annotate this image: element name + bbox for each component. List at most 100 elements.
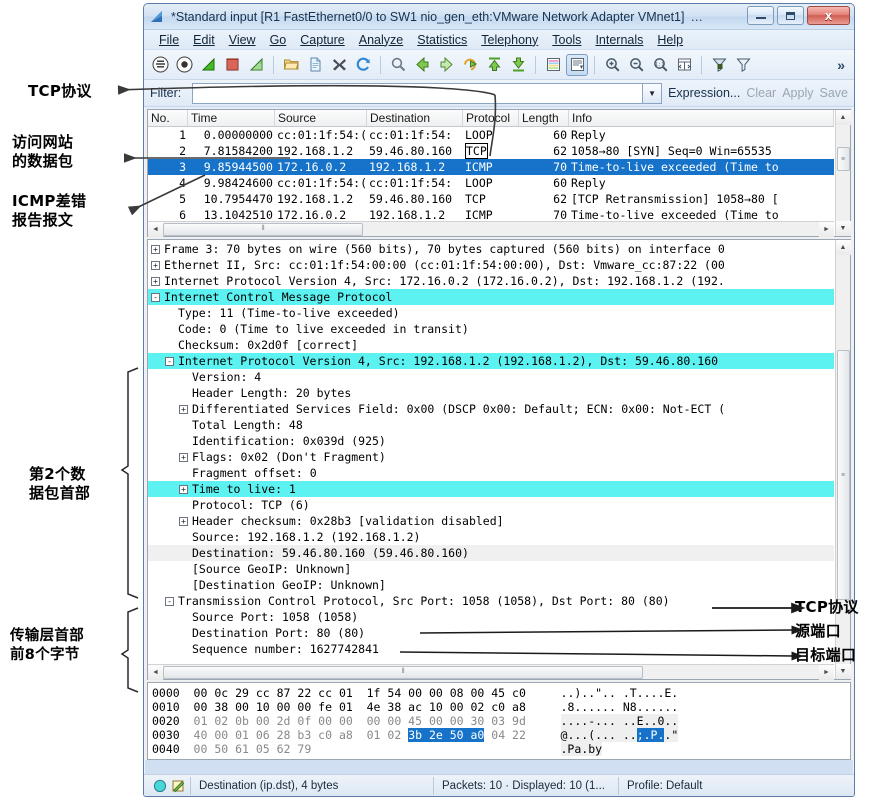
detail-tree-row[interactable]: [Destination GeoIP: Unknown] <box>148 577 834 593</box>
clear-button[interactable]: Clear <box>746 86 776 100</box>
start-capture-icon[interactable] <box>197 54 219 76</box>
scroll-left-icon[interactable]: ◄ <box>148 221 163 237</box>
chevron-down-icon[interactable]: ▼ <box>642 83 662 103</box>
scroll-up-icon[interactable]: ▲ <box>835 240 851 255</box>
table-row[interactable]: 2 7.81584200 192.168.1.2 59.46.80.160 TCP 62 1… <box>148 143 834 159</box>
scroll-down-icon[interactable]: ▼ <box>835 664 851 679</box>
scroll-right-icon[interactable]: ► <box>819 664 834 680</box>
detail-tree-row[interactable]: Identification: 0x039d (925) <box>148 433 834 449</box>
expand-twisty-icon[interactable]: + <box>179 452 188 462</box>
auto-scroll-icon[interactable] <box>566 53 588 76</box>
packet-list-vscrollbar[interactable]: ▲ ≡ ▼ <box>835 110 851 236</box>
display-filters-icon[interactable] <box>732 54 754 76</box>
scroll-thumb[interactable]: ≡ <box>836 350 850 600</box>
detail-tree-row[interactable]: Header Length: 20 bytes <box>148 385 834 401</box>
table-row[interactable]: 3 9.85944500 172.16.0.2 192.168.1.2 ICMP 70 Ti… <box>148 159 834 175</box>
collapse-twisty-icon[interactable]: - <box>165 596 174 606</box>
find-packet-icon[interactable] <box>387 54 409 76</box>
hex-dump-row[interactable]: 0000 00 0c 29 cc 87 22 cc 01 1f 54 00 00… <box>152 686 850 700</box>
menu-file[interactable]: File <box>152 32 186 48</box>
detail-tree-row[interactable]: + Flags: 0x02 (Don't Fragment) <box>148 449 834 465</box>
hex-dump-row[interactable]: 0020 01 02 0b 00 2d 0f 00 00 00 00 45 00… <box>152 714 850 728</box>
packet-details-hscrollbar[interactable]: ◄ ⦀ ► <box>148 664 834 680</box>
column-header-source[interactable]: Source <box>275 110 367 126</box>
expression-button[interactable]: Expression... <box>668 86 740 100</box>
detail-tree-row[interactable]: Protocol: TCP (6) <box>148 497 834 513</box>
detail-tree-row[interactable]: [Source GeoIP: Unknown] <box>148 561 834 577</box>
menu-tools[interactable]: Tools <box>545 32 588 48</box>
toolbar-overflow-button[interactable]: » <box>837 57 849 73</box>
menu-go[interactable]: Go <box>263 32 294 48</box>
detail-tree-row[interactable]: + Time to live: 1 <box>148 481 834 497</box>
detail-tree-row[interactable]: Version: 4 <box>148 369 834 385</box>
close-button[interactable]: x <box>807 6 850 25</box>
menu-analyze[interactable]: Analyze <box>352 32 410 48</box>
detail-tree-row[interactable]: + Header checksum: 0x28b3 [validation dis… <box>148 513 834 529</box>
capture-options-icon[interactable] <box>173 54 195 76</box>
capture-comment-icon[interactable] <box>171 779 185 793</box>
detail-tree-row[interactable]: Destination Port: 80 (80) <box>148 625 834 641</box>
stop-capture-icon[interactable] <box>221 54 243 76</box>
hex-dump-row[interactable]: 0030 40 00 01 06 28 b3 c0 a8 01 02 3b 2e… <box>152 728 850 742</box>
restart-capture-icon[interactable] <box>245 54 267 76</box>
scroll-right-icon[interactable]: ► <box>819 221 834 237</box>
maximize-button[interactable] <box>777 6 804 25</box>
detail-tree-row[interactable]: - Internet Control Message Protocol <box>148 289 834 305</box>
detail-tree-row[interactable]: Checksum: 0x2d0f [correct] <box>148 337 834 353</box>
detail-tree-row[interactable]: Type: 11 (Time-to-live exceeded) <box>148 305 834 321</box>
packet-list-pane[interactable]: No. Time Source Destination Protocol Len… <box>147 109 851 237</box>
expand-twisty-icon[interactable]: + <box>151 260 160 270</box>
column-header-length[interactable]: Length <box>519 110 569 126</box>
table-row[interactable]: 5 10.7954470 192.168.1.2 59.46.80.160 TCP 62 [… <box>148 191 834 207</box>
table-row[interactable]: 1 0.00000000 cc:01:1f:54:(cc:01:1f:54: LOOP… <box>148 127 834 143</box>
column-header-destination[interactable]: Destination <box>367 110 463 126</box>
column-header-time[interactable]: Time <box>188 110 275 126</box>
save-button[interactable]: Save <box>820 86 849 100</box>
detail-tree-row[interactable]: + Differentiated Services Field: 0x00 (DS… <box>148 401 834 417</box>
detail-tree-row[interactable]: Source: 192.168.1.2 (192.168.1.2) <box>148 529 834 545</box>
capture-filters-icon[interactable] <box>708 54 730 76</box>
menu-telephony[interactable]: Telephony <box>474 32 545 48</box>
colorize-icon[interactable] <box>542 54 564 76</box>
hex-dump-row[interactable]: 0010 00 38 00 10 00 00 fe 01 4e 38 ac 10… <box>152 700 850 714</box>
table-row[interactable]: 6 13.1042510 172.16.0.2 192.168.1.2 ICMP 70 Ti… <box>148 207 834 220</box>
detail-tree-row[interactable]: Destination: 59.46.80.160 (59.46.80.160) <box>148 545 834 561</box>
detail-tree-row[interactable]: Code: 0 (Time to live exceeded in transi… <box>148 321 834 337</box>
scroll-up-icon[interactable]: ▲ <box>835 110 851 125</box>
zoom-in-icon[interactable] <box>601 54 623 76</box>
zoom-out-icon[interactable] <box>625 54 647 76</box>
reload-icon[interactable] <box>352 54 374 76</box>
apply-button[interactable]: Apply <box>782 86 813 100</box>
detail-tree-row[interactable]: + Ethernet II, Src: cc:01:1f:54:00:00 (cc… <box>148 257 834 273</box>
hscroll-thumb[interactable]: ⦀ <box>163 222 363 236</box>
detail-tree-row[interactable]: - Transmission Control Protocol, Src Port… <box>148 593 834 609</box>
packet-details-pane[interactable]: + Frame 3: 70 bytes on wire (560 bits), 7… <box>147 239 851 680</box>
zoom-reset-icon[interactable]: 1:1 <box>649 54 671 76</box>
filter-input[interactable] <box>193 83 643 103</box>
interfaces-icon[interactable] <box>149 54 171 76</box>
go-back-icon[interactable] <box>411 54 433 76</box>
open-file-icon[interactable] <box>280 54 302 76</box>
scroll-down-icon[interactable]: ▼ <box>835 221 851 236</box>
save-file-icon[interactable] <box>304 54 326 76</box>
detail-tree-row[interactable]: + Frame 3: 70 bytes on wire (560 bits), 7… <box>148 241 834 257</box>
menu-edit[interactable]: Edit <box>186 32 222 48</box>
hscroll-thumb[interactable]: ⦀ <box>163 665 643 679</box>
expand-twisty-icon[interactable]: + <box>179 404 188 414</box>
detail-tree-row[interactable]: Fragment offset: 0 <box>148 465 834 481</box>
resize-columns-icon[interactable] <box>673 54 695 76</box>
expert-info-circle-icon[interactable] <box>153 779 167 793</box>
detail-tree-row[interactable]: Source Port: 1058 (1058) <box>148 609 834 625</box>
go-forward-icon[interactable] <box>435 54 457 76</box>
scroll-thumb[interactable]: ≡ <box>836 147 850 171</box>
packet-bytes-pane[interactable]: 0000 00 0c 29 cc 87 22 cc 01 1f 54 00 00… <box>147 682 851 760</box>
expand-twisty-icon[interactable]: + <box>151 244 160 254</box>
expand-twisty-icon[interactable]: + <box>179 516 188 526</box>
menu-view[interactable]: View <box>222 32 263 48</box>
minimize-button[interactable] <box>747 6 774 25</box>
detail-tree-row[interactable]: - Internet Protocol Version 4, Src: 192.1… <box>148 353 834 369</box>
go-first-packet-icon[interactable] <box>483 54 505 76</box>
detail-tree-row[interactable]: Sequence number: 1627742841 <box>148 641 834 657</box>
column-header-info[interactable]: Info <box>569 110 834 126</box>
packet-list-hscrollbar[interactable]: ◄ ⦀ ► <box>148 221 834 237</box>
